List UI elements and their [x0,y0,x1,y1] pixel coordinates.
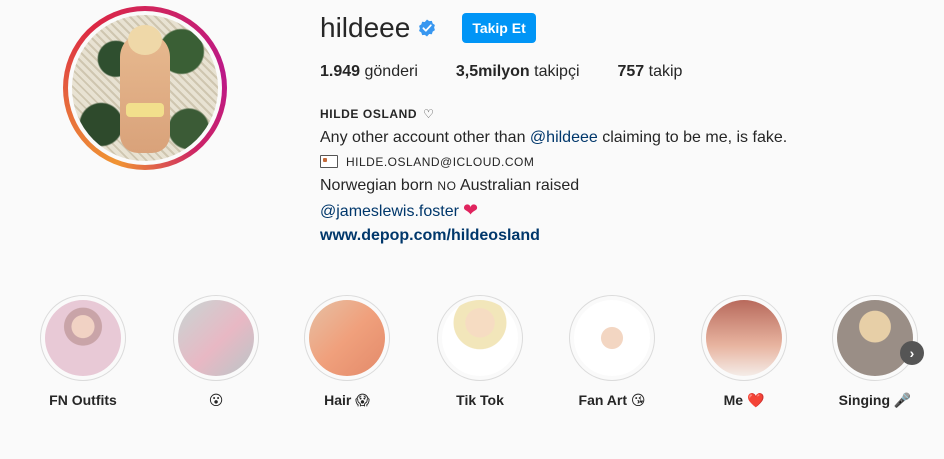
bio-text: Australian raised [456,177,580,194]
bio-text: Norwegian born [320,177,438,194]
follow-button[interactable]: Takip Et [462,13,536,43]
profile-stats: 1.949 gönderi 3,5milyon takipçi 757 taki… [320,63,720,81]
highlight-cover-image [706,300,782,376]
highlight-label: 😮 [208,392,224,408]
bio-line-email: HILDE.OSLAND@ICLOUD.COM [320,150,787,174]
highlight-cover-image [178,300,254,376]
verified-badge-icon [419,19,436,37]
highlight-item[interactable]: Tik Tok [425,295,535,408]
highlight-cover-ring [437,295,523,381]
posts-stat: 1.949 gönderi [320,63,418,81]
highlight-cover-ring [304,295,390,381]
bio-line-mention: @jameslewis.foster ❤ [320,198,787,224]
following-label: takip [648,63,683,80]
posts-count: 1.949 [320,63,361,80]
followers-stat[interactable]: 3,5milyon takipçi [456,63,580,81]
highlight-item[interactable]: FN Outfits [28,295,138,408]
highlight-item[interactable]: Fan Art 😘 [557,295,667,409]
highlight-cover-ring [832,295,918,381]
highlight-cover-image [309,300,385,376]
username: hildeee [320,12,411,43]
highlight-cover-ring [701,295,787,381]
username-row: hildeee Takip Et [320,12,536,44]
highlight-cover-ring [40,295,126,381]
full-name-text: HILDE OSLAND [320,107,418,121]
following-stat[interactable]: 757 takip [618,63,683,81]
email-text: HILDE.OSLAND@ICLOUD.COM [346,155,535,169]
highlight-label: Singing 🎤 [838,392,912,408]
highlight-label: FN Outfits [49,392,117,408]
highlight-label: Me ❤️ [723,392,765,408]
followers-label: takipçi [534,63,580,80]
highlight-cover-ring [569,295,655,381]
following-count: 757 [617,63,645,80]
mail-icon [320,155,338,169]
highlight-cover-ring [173,295,259,381]
highlight-cover-image [45,300,121,376]
bio-text: claiming to be me, is fake. [597,129,788,146]
avatar-figure [120,25,170,153]
bio-line-website: www.depop.com/hildeosland [320,224,787,248]
highlight-cover-image [837,300,913,376]
highlight-label: Fan Art 😘 [578,392,646,408]
chevron-right-icon[interactable]: › [900,341,924,365]
red-heart-icon: ❤ [462,200,479,220]
highlight-cover-image [574,300,650,376]
followers-count: 3,5milyon [455,63,530,80]
bio-full-name: HILDE OSLAND ♡ [320,106,787,126]
website-link[interactable]: www.depop.com/hildeosland [320,227,540,244]
profile-avatar[interactable] [63,6,227,170]
mention-link-2[interactable]: @jameslewis.foster [320,203,459,220]
highlight-item[interactable]: Hair 😱 [292,295,402,409]
story-highlights: FN Outfits 😮 Hair 😱 Tik Tok Fan Art 😘 Me… [28,295,928,425]
bio-line-fake-notice: Any other account other than @hildeee cl… [320,126,787,150]
avatar-image [72,15,218,161]
highlight-label: Hair 😱 [324,392,370,408]
heart-outline-icon: ♡ [423,107,435,121]
country-code-text: NO [437,179,457,193]
profile-bio: HILDE OSLAND ♡ Any other account other t… [320,106,787,248]
avatar-border [68,11,222,165]
highlight-label: Tik Tok [456,392,504,408]
mention-link[interactable]: @hildeee [530,129,598,146]
highlight-item[interactable]: Me ❤️ [689,295,799,409]
bio-line-origin: Norwegian born NO Australian raised [320,174,787,198]
posts-label: gönderi [364,63,418,80]
highlight-cover-image [442,300,518,376]
bio-text: Any other account other than [320,129,530,146]
highlight-item[interactable]: 😮 [161,295,271,409]
